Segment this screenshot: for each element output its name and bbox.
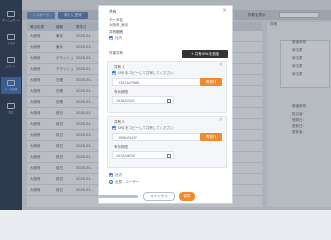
close-icon[interactable]: ×	[219, 63, 223, 68]
share-modal: 共有 × データ名 大阪府_東京 共有範囲 社内 外部共有 + 共有URLを追加…	[98, 5, 233, 204]
copy-label: URLをコピーして共有してください	[118, 71, 174, 75]
expiry-date-field[interactable]: 2025/06/30	[112, 151, 174, 159]
reissue-button[interactable]: 再発行	[200, 133, 222, 141]
all-users-radio[interactable]	[109, 180, 113, 184]
data-name-value: 大阪府_東京	[109, 23, 129, 27]
cancel-button[interactable]: キャンセル	[143, 192, 175, 201]
add-share-url-button[interactable]: + 共有URLを追加	[182, 50, 228, 58]
expiry-date-text: 2025/06/30	[116, 154, 136, 158]
copy-label: URLをコピーして共有してください	[118, 126, 174, 130]
share-scope-checkbox[interactable]	[109, 36, 113, 40]
external-share-label: 外部共有	[109, 51, 123, 55]
share-scope-value: 社内	[115, 36, 122, 40]
expiry-date-text: 2026/03/31	[116, 99, 136, 103]
save-button[interactable]: 保存	[179, 192, 195, 201]
internal-option-checkbox[interactable]	[109, 173, 113, 177]
share-number: 共有 1	[114, 65, 125, 69]
share-scope-label: 共有範囲	[109, 30, 123, 34]
horizontal-scrollbar[interactable]	[98, 195, 138, 198]
share-card-2: 共有 2 × URLをコピーして共有してください f9f8d3c1f7 再発行 …	[107, 116, 227, 168]
modal-title: 共有	[109, 9, 117, 14]
close-icon[interactable]: ×	[222, 8, 227, 14]
close-icon[interactable]: ×	[219, 118, 223, 123]
share-url-text: f9f8d3c1f7	[119, 136, 137, 140]
expiry-label: 有効期限	[114, 90, 128, 94]
share-card-1: 共有 1 × URLをコピーして共有してください f3024d7f0f0 再発行…	[107, 61, 227, 113]
calendar-icon	[167, 153, 171, 158]
copy-checkbox[interactable]	[112, 126, 116, 130]
share-url-text: f3024d7f0f0	[119, 81, 140, 85]
reissue-button[interactable]: 再発行	[200, 78, 222, 86]
internal-option-label: 社内	[115, 173, 122, 177]
share-number: 共有 2	[114, 120, 125, 124]
expiry-label: 有効期限	[114, 145, 128, 149]
all-users-label: 全員・ユーザー	[115, 180, 140, 184]
expiry-date-field[interactable]: 2026/03/31	[112, 96, 174, 104]
calendar-icon	[167, 98, 171, 103]
copy-checkbox[interactable]	[112, 71, 116, 75]
